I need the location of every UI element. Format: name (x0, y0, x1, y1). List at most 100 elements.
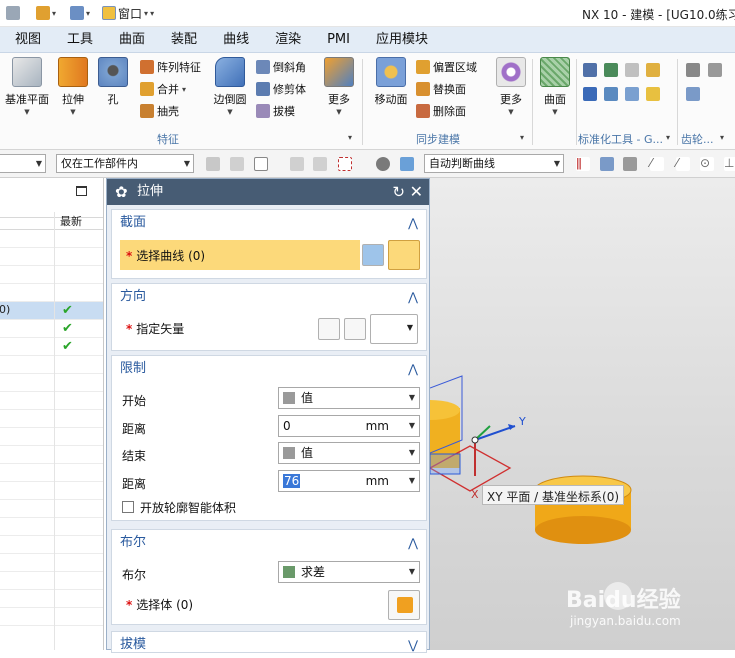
hole-button[interactable]: 孔 (98, 57, 128, 107)
window-icon[interactable] (102, 6, 117, 20)
end-type-dropdown[interactable]: 值 ▼ (278, 442, 420, 464)
tab-curve[interactable]: 曲线 (210, 27, 262, 52)
boolean-type-dropdown[interactable]: 求差 ▼ (278, 561, 420, 583)
tool-icon[interactable] (625, 87, 639, 101)
arrow-icon[interactable] (600, 157, 614, 171)
boolean-header[interactable]: 布尔 ⋀ (112, 530, 426, 556)
gear-icon[interactable] (686, 63, 700, 77)
tab-pmi[interactable]: PMI (314, 27, 363, 52)
move-face-button[interactable]: 移动面 (372, 57, 410, 107)
eraser-icon[interactable] (70, 6, 85, 20)
navigator-row[interactable] (0, 374, 103, 392)
tab-tools[interactable]: 工具 (54, 27, 106, 52)
reset-icon[interactable]: ↻ (392, 179, 405, 205)
open-profile-checkbox[interactable] (122, 501, 134, 513)
navigator-row[interactable] (0, 590, 103, 608)
navigator-row[interactable] (0, 428, 103, 446)
graphics-viewport[interactable]: Y X XY 平面 / 基准坐标系(0) Baidu经验 jingyan.bai… (430, 178, 735, 650)
tool-icon[interactable] (646, 87, 660, 101)
save-icon[interactable] (6, 6, 20, 20)
rectangle-select-icon[interactable] (338, 157, 352, 171)
chevron-up-icon[interactable]: ⋀ (408, 530, 418, 556)
navigator-row[interactable] (0, 464, 103, 482)
tool-icon[interactable] (625, 63, 639, 77)
extrude-button[interactable]: 拉伸 ▼ (56, 57, 90, 116)
tool-icon[interactable] (604, 87, 618, 101)
body-select-icon[interactable] (388, 590, 420, 620)
navigator-row[interactable]: ✔ (0, 338, 103, 356)
chevron-up-icon[interactable]: ⋀ (408, 284, 418, 310)
sync-more-button[interactable]: 更多 ▼ (494, 57, 528, 116)
select-curve-row[interactable]: * 选择曲线 (0) (120, 240, 360, 270)
chevron-down-icon[interactable]: ▾ (720, 133, 724, 142)
tab-view[interactable]: 视图 (0, 27, 54, 52)
chevron-down-icon[interactable]: ▾ (144, 9, 148, 18)
select-icon[interactable] (254, 157, 268, 171)
navigator-row[interactable] (0, 356, 103, 374)
gear-icon[interactable] (686, 87, 700, 101)
gear-icon[interactable]: ✿ (115, 179, 128, 205)
section-header[interactable]: 截面 ⋀ (112, 210, 426, 236)
start-type-dropdown[interactable]: 值 ▼ (278, 387, 420, 409)
navigator-row[interactable] (0, 572, 103, 590)
limits-header[interactable]: 限制 ⋀ (112, 356, 426, 382)
vector-type-dropdown[interactable]: ▼ (370, 314, 418, 344)
filter-icon[interactable] (206, 157, 220, 171)
close-icon[interactable]: ✕ (410, 179, 423, 205)
direction-header[interactable]: 方向 ⋀ (112, 284, 426, 310)
navigator-row[interactable] (0, 248, 103, 266)
reverse-direction-icon[interactable] (318, 318, 340, 340)
chevron-down-icon[interactable]: ▾ (150, 9, 154, 18)
tool-icon[interactable] (583, 63, 597, 77)
navigator-row[interactable] (0, 392, 103, 410)
surface-button[interactable]: 曲面 ▼ (538, 57, 572, 116)
maximize-icon[interactable] (76, 186, 87, 196)
snap-icon[interactable]: ⊙ (700, 157, 714, 171)
start-distance-input[interactable]: 0 mm ▼ (278, 415, 420, 437)
chevron-down-icon[interactable]: ⋁ (408, 632, 418, 658)
sphere-icon[interactable] (376, 157, 390, 171)
end-distance-input[interactable]: 76 mm ▼ (278, 470, 420, 492)
navigator-row[interactable] (0, 284, 103, 302)
chevron-down-icon[interactable]: ▾ (666, 133, 670, 142)
navigator-row[interactable]: ✔ (0, 320, 103, 338)
chevron-up-icon[interactable]: ⋀ (408, 210, 418, 236)
navigator-row-selected[interactable]: 0) ✔ (0, 302, 103, 320)
curve-icon[interactable] (388, 240, 420, 270)
chevron-down-icon[interactable]: ▾ (348, 133, 352, 142)
sketch-section-icon[interactable] (362, 244, 384, 266)
draft-header[interactable]: 拔模 ⋁ (112, 632, 426, 658)
delete-face-button[interactable]: 删除面 (416, 103, 466, 119)
navigator-row[interactable] (0, 518, 103, 536)
filter-type-dropdown[interactable]: ▼ (0, 154, 46, 173)
snap-icon[interactable]: ǁ (576, 157, 590, 171)
snap-icon[interactable] (623, 157, 637, 171)
pattern-feature-button[interactable]: 阵列特征 (140, 59, 201, 75)
tab-application[interactable]: 应用模块 (363, 27, 441, 52)
edge-blend-button[interactable]: 边倒圆 ▼ (210, 57, 250, 116)
chevron-down-icon[interactable]: ▾ (86, 9, 90, 18)
navigator-row[interactable] (0, 230, 103, 248)
tab-render[interactable]: 渲染 (262, 27, 314, 52)
scope-dropdown[interactable]: 仅在工作部件内 ▼ (56, 154, 194, 173)
book-icon[interactable] (36, 6, 50, 20)
navigator-row[interactable] (0, 536, 103, 554)
chevron-down-icon[interactable]: ▾ (520, 133, 524, 142)
snap-icon[interactable]: ⊥ (724, 157, 735, 171)
datum-plane-button[interactable]: 基准平面 ▼ (4, 57, 50, 116)
cube-icon[interactable] (400, 157, 414, 171)
chamfer-button[interactable]: 倒斜角 (256, 59, 306, 75)
curve-rule-dropdown[interactable]: 自动判断曲线 ▼ (424, 154, 564, 173)
line-icon[interactable]: ⁄ (676, 157, 690, 171)
navigator-row[interactable] (0, 446, 103, 464)
unite-button[interactable]: 合并 ▾ (140, 81, 186, 97)
window-menu-label[interactable]: 窗口 (118, 5, 142, 22)
tab-surface[interactable]: 曲面 (106, 27, 158, 52)
filter-icon[interactable] (290, 157, 304, 171)
tab-assembly[interactable]: 装配 (158, 27, 210, 52)
filter-icon[interactable] (230, 157, 244, 171)
replace-face-button[interactable]: 替换面 (416, 81, 466, 97)
chevron-up-icon[interactable]: ⋀ (408, 356, 418, 382)
navigator-row[interactable] (0, 410, 103, 428)
trim-body-button[interactable]: 修剪体 (256, 81, 306, 97)
